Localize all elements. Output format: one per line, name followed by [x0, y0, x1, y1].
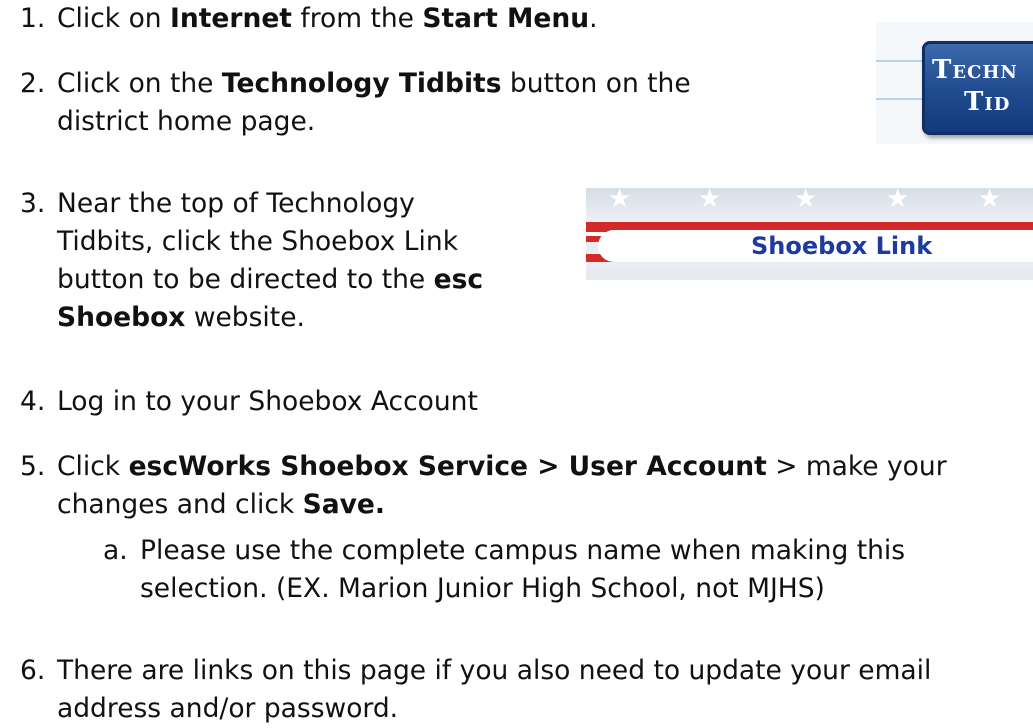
tidbits-button-line2: Tid: [964, 87, 1011, 117]
step-number: 4.: [20, 386, 46, 417]
step-text: address and/or password.: [57, 690, 398, 728]
bold-text: esc: [433, 264, 484, 295]
step-text: selection. (EX. Marion Junior High Schoo…: [140, 570, 825, 608]
text: Click: [57, 451, 129, 482]
text: from the: [291, 3, 423, 34]
step-number: 2.: [20, 68, 46, 99]
text: address and/or password.: [57, 693, 399, 724]
step-text: button to be directed to the esc: [57, 261, 483, 299]
text: Log in to your Shoebox Account: [57, 386, 478, 417]
text: changes and click: [57, 489, 303, 520]
technology-tidbits-button[interactable]: Techn Tid: [922, 41, 1033, 135]
step-text: changes and click Save.: [57, 486, 385, 524]
banner-bottom: [586, 268, 1033, 280]
step-number: 3.: [20, 188, 46, 219]
step-text: district home page.: [57, 103, 315, 141]
text: Click on the: [57, 68, 222, 99]
text: button to be directed to the: [57, 264, 434, 295]
text: button on the: [501, 68, 691, 99]
text: There are links on this page if you also…: [57, 655, 932, 686]
technology-tidbits-button-image: Techn Tid: [876, 22, 1033, 144]
text: > make your: [766, 451, 947, 482]
shoebox-link-label: Shoebox Link: [751, 232, 933, 260]
star-icon: ★: [608, 188, 632, 214]
step-number: 1.: [20, 3, 46, 34]
step-text: Shoebox website.: [57, 299, 305, 337]
bold-text: escWorks Shoebox Service > User Account: [128, 451, 767, 482]
step-number: 5.: [20, 451, 46, 482]
star-icon: ★: [978, 188, 1002, 214]
text: .: [589, 3, 598, 34]
bold-text: Save.: [302, 489, 385, 520]
bold-text: Shoebox: [57, 302, 186, 333]
text: selection. (EX. Marion Junior High Schoo…: [140, 573, 825, 604]
step-number: 6.: [20, 655, 46, 686]
text: Please use the complete campus name when…: [140, 535, 906, 566]
bold-text: Start Menu: [422, 3, 590, 34]
text: district home page.: [57, 106, 316, 137]
step-letter: a.: [103, 535, 128, 566]
step-text: Please use the complete campus name when…: [140, 532, 905, 570]
text: website.: [185, 302, 305, 333]
bold-text: Technology Tidbits: [221, 68, 502, 99]
text: Tidbits, click the Shoebox Link: [57, 226, 459, 257]
bold-text: Internet: [170, 3, 292, 34]
star-icon: ★: [698, 188, 722, 214]
text: Click on: [57, 3, 171, 34]
tidbits-button-line1: Techn: [932, 55, 1018, 85]
step-text: Log in to your Shoebox Account: [57, 383, 478, 421]
step-text: Click on the Technology Tidbits button o…: [57, 65, 691, 103]
text: Near the top of Technology: [57, 188, 415, 219]
step-text: Click escWorks Shoebox Service > User Ac…: [57, 448, 947, 486]
step-text: There are links on this page if you also…: [57, 652, 931, 690]
step-text: Near the top of Technology: [57, 185, 415, 223]
star-icon: ★: [794, 188, 818, 214]
star-icon: ★: [886, 188, 910, 214]
step-text: Click on Internet from the Start Menu.: [57, 0, 598, 38]
step-text: Tidbits, click the Shoebox Link: [57, 223, 458, 261]
shoebox-link-banner: ★ ★ ★ ★ ★ Shoebox Link: [586, 188, 1033, 280]
